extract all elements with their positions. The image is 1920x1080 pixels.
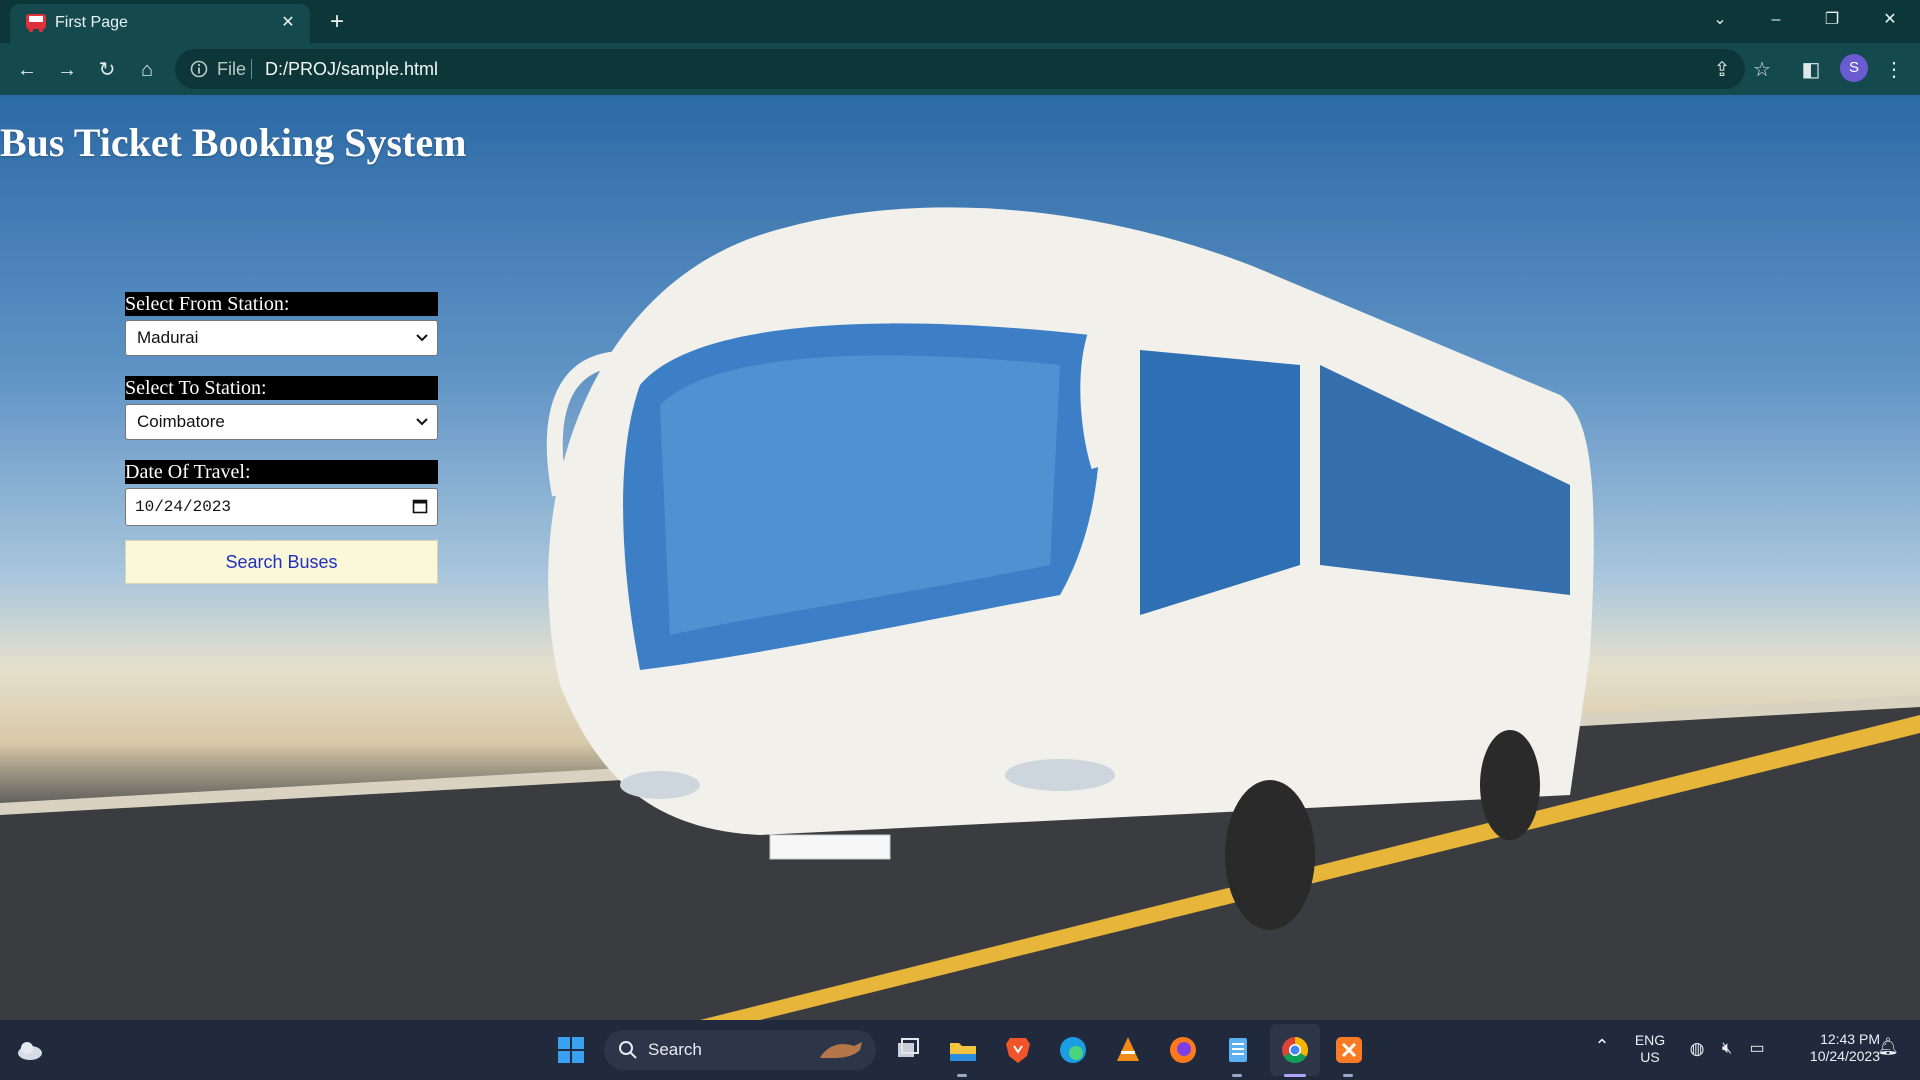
edge-icon[interactable] bbox=[1057, 1034, 1089, 1066]
restore-icon[interactable]: ❐ bbox=[1810, 8, 1854, 32]
clock-time: 12:43 PM bbox=[1820, 1031, 1880, 1047]
chrome-icon[interactable] bbox=[1279, 1034, 1311, 1066]
muted-speaker-icon[interactable]: 🔇︎ bbox=[1716, 1040, 1738, 1057]
to-station-value: Coimbatore bbox=[137, 412, 225, 431]
clock[interactable]: 12:43 PM 10/24/2023 bbox=[1780, 1031, 1880, 1065]
clock-date: 10/24/2023 bbox=[1809, 1048, 1880, 1064]
search-icon bbox=[619, 1041, 637, 1059]
chevron-up-icon[interactable]: ⌃ bbox=[1590, 1037, 1614, 1055]
address-scheme: File bbox=[217, 59, 247, 79]
forward-icon[interactable]: → bbox=[53, 56, 81, 84]
reload-icon[interactable]: ↻ bbox=[93, 56, 121, 84]
tab-first-page[interactable]: First Page ✕ bbox=[10, 4, 310, 43]
calendar-icon[interactable] bbox=[412, 498, 428, 514]
minimize-icon[interactable]: – bbox=[1754, 8, 1798, 32]
address-bar[interactable]: File D:/PROJ/sample.html bbox=[175, 49, 1745, 89]
search-highlight-horse-icon bbox=[820, 1042, 862, 1058]
tab-strip: First Page ✕ + ⌄ – ❐ ✕ bbox=[0, 0, 1920, 43]
menu-icon[interactable]: ⋮ bbox=[1880, 56, 1908, 84]
date-of-travel-value: 10/24/2023 bbox=[135, 498, 232, 516]
date-of-travel-input[interactable]: 10/24/2023 bbox=[125, 488, 438, 526]
task-view-icon[interactable] bbox=[892, 1034, 924, 1066]
date-of-travel-label: Date Of Travel: bbox=[125, 460, 438, 484]
chevron-down-icon bbox=[416, 334, 428, 342]
new-tab-icon[interactable]: + bbox=[324, 10, 350, 34]
vlc-icon[interactable] bbox=[1112, 1034, 1144, 1066]
page-title: Bus Ticket Booking System bbox=[0, 120, 467, 165]
tab-search-chevron-icon[interactable]: ⌄ bbox=[1698, 8, 1742, 32]
tab-title: First Page bbox=[55, 14, 128, 31]
taskbar-search-label: Search bbox=[648, 1040, 702, 1059]
to-station-select[interactable]: Coimbatore bbox=[125, 404, 438, 440]
close-tab-icon[interactable]: ✕ bbox=[278, 13, 298, 33]
taskbar-search-box[interactable]: Search bbox=[604, 1030, 876, 1070]
windows-start-icon[interactable] bbox=[555, 1034, 587, 1066]
from-station-value: Madurai bbox=[137, 328, 199, 347]
bus-favicon-icon bbox=[26, 14, 46, 33]
notepad-icon[interactable] bbox=[1222, 1034, 1254, 1066]
notifications-icon[interactable]: 🔔︎ bbox=[1876, 1038, 1900, 1055]
back-icon[interactable]: ← bbox=[13, 56, 41, 84]
xampp-icon[interactable] bbox=[1333, 1034, 1365, 1066]
running-indicator bbox=[1232, 1074, 1242, 1077]
windows-taskbar: Search ⌃ ENG US ◍ 🔇︎ ▭ 12:43 PM 10/24/20… bbox=[0, 1020, 1920, 1080]
share-icon[interactable]: ⇪ bbox=[1708, 56, 1736, 84]
home-icon[interactable]: ⌂ bbox=[133, 56, 161, 84]
booking-form: Select From Station: Madurai Select To S… bbox=[125, 292, 438, 584]
close-window-icon[interactable]: ✕ bbox=[1868, 8, 1912, 32]
info-icon[interactable] bbox=[189, 59, 209, 79]
file-explorer-icon[interactable] bbox=[947, 1034, 979, 1066]
region-code: US bbox=[1640, 1049, 1660, 1065]
browser-toolbar: ← → ↻ ⌂ File D:/PROJ/sample.html ⇪ ☆ ◧ S… bbox=[0, 43, 1920, 95]
chevron-down-icon bbox=[416, 418, 428, 426]
weather-icon[interactable] bbox=[14, 1034, 46, 1066]
profile-avatar[interactable]: S bbox=[1840, 54, 1868, 82]
page-viewport: Bus Ticket Booking System Select From St… bbox=[0, 95, 1920, 1020]
from-station-group: Select From Station: Madurai bbox=[125, 292, 438, 356]
address-separator bbox=[251, 59, 252, 79]
from-station-label: Select From Station: bbox=[125, 292, 438, 316]
language-indicator[interactable]: ENG US bbox=[1630, 1032, 1670, 1066]
star-icon[interactable]: ☆ bbox=[1748, 56, 1776, 84]
firefox-icon[interactable] bbox=[1167, 1034, 1199, 1066]
to-station-label: Select To Station: bbox=[125, 376, 438, 400]
battery-icon[interactable]: ▭ bbox=[1745, 1040, 1769, 1057]
brave-icon[interactable] bbox=[1002, 1034, 1034, 1066]
language-code: ENG bbox=[1634, 1032, 1666, 1048]
active-indicator bbox=[1284, 1074, 1306, 1077]
running-indicator bbox=[1343, 1074, 1353, 1077]
date-group: Date Of Travel: 10/24/2023 bbox=[125, 460, 438, 526]
from-station-select[interactable]: Madurai bbox=[125, 320, 438, 356]
address-url[interactable]: D:/PROJ/sample.html bbox=[265, 59, 438, 79]
search-buses-button[interactable]: Search Buses bbox=[125, 540, 438, 584]
side-panel-icon[interactable]: ◧ bbox=[1797, 56, 1825, 84]
running-indicator bbox=[957, 1074, 967, 1077]
to-station-group: Select To Station: Coimbatore bbox=[125, 376, 438, 440]
network-icon[interactable]: ◍ bbox=[1686, 1040, 1708, 1057]
